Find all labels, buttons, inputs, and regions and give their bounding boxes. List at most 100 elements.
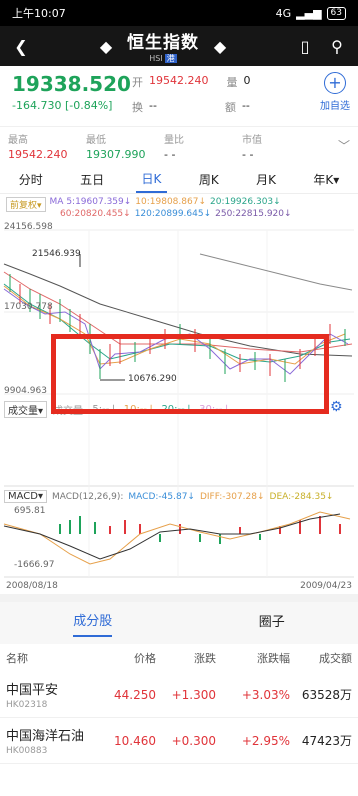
period-tabs: 分时 五日 日K 周K 月K 年K▾ <box>0 166 358 194</box>
stock-name: 中国平安 <box>6 683 59 698</box>
date-start: 2008/08/18 <box>6 581 58 591</box>
status-icons: 4G ▂▄▆ 63 <box>275 6 346 20</box>
plus-icon: + <box>324 72 346 94</box>
header-change[interactable]: 涨跌 <box>156 650 216 666</box>
axis-mid-label: 17030.778 <box>4 302 53 312</box>
next-index-icon[interactable]: ◆ <box>209 35 231 57</box>
highlight-box <box>51 334 329 414</box>
layout-icon[interactable]: ▯ <box>294 35 316 57</box>
stock-name: 中国海洋石油 <box>6 729 85 744</box>
back-button[interactable]: ❮ <box>10 35 32 57</box>
index-code: HSI 港 <box>127 53 199 64</box>
stat-value: - - <box>242 148 254 161</box>
app-header: ❮ ◆ 恒生指数 HSI 港 ◆ ▯ ⚲ <box>0 26 358 66</box>
stock-percent: +3.03% <box>241 687 290 702</box>
stock-code: HK02318 <box>6 700 48 710</box>
tab-community[interactable]: 圈子 <box>259 611 285 636</box>
stat-label: 最低 <box>86 135 106 146</box>
dea-line <box>3 513 341 560</box>
open-label: 开 <box>132 76 143 89</box>
stock-name-cell: 中国平安 HK02318 <box>6 679 96 710</box>
quote-grid: 开 19542.240 量 0 换 -- 额 -- <box>132 74 251 124</box>
market-tag: 港 <box>164 54 177 63</box>
tab-yearly-k[interactable]: 年K▾ <box>307 167 345 192</box>
prev-index-icon[interactable]: ◆ <box>95 35 117 57</box>
macd-value: MACD:-45.87↓ <box>128 491 195 502</box>
stat-value: - - <box>164 148 176 161</box>
macd-histogram <box>59 516 341 544</box>
status-time: 上午10:07 <box>12 7 66 20</box>
settings-gear-icon[interactable]: ⚙ <box>330 399 343 415</box>
date-axis: 2008/08/18 2009/04/23 <box>6 581 352 591</box>
quote-panel: 19338.520 -164.730 [-0.84%] 开 19542.240 … <box>0 66 358 126</box>
tab-five-day[interactable]: 五日 <box>74 167 110 192</box>
stock-percent: +2.95% <box>241 733 290 748</box>
stock-change: +0.300 <box>171 733 216 748</box>
stat-high: 最高 19542.240 <box>8 127 86 166</box>
amount-value: -- <box>241 99 250 112</box>
status-bar: 上午10:07 4G ▂▄▆ 63 <box>0 0 358 26</box>
tab-monthly-k[interactable]: 月K <box>250 167 282 192</box>
macd-params: MACD(12,26,9): <box>52 491 124 502</box>
table-header: 名称 价格 涨跌 涨跌幅 成交额 <box>0 644 358 672</box>
volume-value: 0 <box>243 74 251 87</box>
stock-name-cell: 中国海洋石油 HK00883 <box>6 725 96 756</box>
tab-intraday[interactable]: 分时 <box>13 167 49 192</box>
stat-label: 最高 <box>8 135 28 146</box>
index-symbol: HSI <box>149 54 163 63</box>
volume-selector[interactable]: 成交量▾ <box>4 401 48 418</box>
diff-line <box>3 511 351 565</box>
axis-top-label: 24156.598 <box>4 222 53 232</box>
volume-label: 量 <box>226 76 238 89</box>
stat-label: 市值 <box>242 135 262 146</box>
table-row[interactable]: 中国平安 HK02318 44.250 +1.300 +3.03% 63528万 <box>0 672 358 718</box>
stock-amount: 63528万 <box>301 688 352 702</box>
stock-amount: 47423万 <box>301 734 352 748</box>
stock-price: 10.460 <box>114 733 156 748</box>
dea-value: DEA:-284.35↓ <box>269 491 334 502</box>
stock-price: 44.250 <box>114 687 156 702</box>
stock-code: HK00883 <box>6 746 48 756</box>
expand-chevron-icon[interactable]: ﹀ <box>338 127 350 166</box>
title-group: ◆ 恒生指数 HSI 港 ◆ <box>95 28 231 64</box>
page-title: 恒生指数 <box>127 33 199 53</box>
search-icon[interactable]: ⚲ <box>326 35 348 57</box>
turnover-value: -- <box>149 99 157 112</box>
tab-daily-k[interactable]: 日K <box>135 166 168 193</box>
tab-weekly-k[interactable]: 周K <box>193 167 225 192</box>
stat-volume-ratio: 量比 - - <box>164 127 242 166</box>
stat-low: 最低 19307.990 <box>86 127 164 166</box>
high-marker-label: 21546.939 <box>32 249 81 259</box>
stat-market-cap: 市值 - - <box>242 127 320 166</box>
header-name[interactable]: 名称 <box>6 650 96 666</box>
header-price[interactable]: 价格 <box>96 650 156 666</box>
header-percent[interactable]: 涨跌幅 <box>216 650 290 666</box>
macd-axis-bottom: -1666.97 <box>14 560 55 570</box>
macd-legend: MACD▾ MACD(12,26,9): MACD:-45.87↓ DIFF:-… <box>4 490 333 503</box>
stock-change: +1.300 <box>171 687 216 702</box>
stat-label: 量比 <box>164 135 184 146</box>
macd-axis-top: 695.81 <box>14 506 46 516</box>
turnover-label: 换 <box>132 101 143 114</box>
section-tabs: 成分股 圈子 <box>0 594 358 644</box>
change-percent: [-0.84%] <box>64 99 113 112</box>
add-watchlist-button[interactable]: + 加自选 <box>320 72 350 112</box>
table-row[interactable]: 中国海洋石油 HK00883 10.460 +0.300 +2.95% 4742… <box>0 718 358 764</box>
stat-value: 19307.990 <box>86 148 146 161</box>
signal-icon: ▂▄▆ <box>296 6 322 20</box>
header-amount[interactable]: 成交额 <box>290 650 352 666</box>
diff-value: DIFF:-307.28↓ <box>199 491 265 502</box>
amount-label: 额 <box>224 101 236 114</box>
battery-icon: 63 <box>326 6 346 20</box>
network-label: 4G <box>275 6 292 20</box>
date-end: 2009/04/23 <box>300 581 352 591</box>
stat-value: 19542.240 <box>8 148 68 161</box>
ma250-line <box>199 253 353 291</box>
axis-bottom-label: 9904.963 <box>4 386 47 396</box>
add-watchlist-label: 加自选 <box>320 101 350 112</box>
macd-selector[interactable]: MACD▾ <box>4 490 47 503</box>
tab-constituents[interactable]: 成分股 <box>73 610 113 637</box>
change-value: -164.730 <box>12 99 62 112</box>
stats-row: 最高 19542.240 最低 19307.990 量比 - - 市值 - - … <box>0 126 358 166</box>
open-value: 19542.240 <box>149 74 209 87</box>
